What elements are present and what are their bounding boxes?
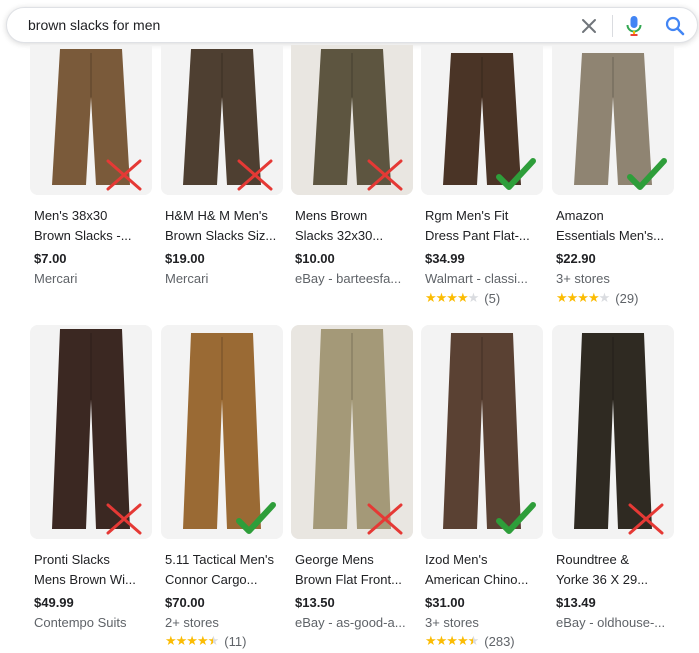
product-seller: Walmart - classi...: [425, 271, 528, 286]
review-count: (283): [484, 633, 515, 649]
product-title-line: Brown Slacks -...: [34, 228, 132, 243]
divider: [612, 15, 613, 37]
product-title[interactable]: Roundtree & Yorke 36 X 29...: [556, 550, 674, 590]
product-price: $13.49: [556, 595, 596, 610]
product-price: $13.50: [295, 595, 335, 610]
product-price: $34.99: [425, 251, 465, 266]
product-image[interactable]: [291, 325, 413, 539]
review-count: (5): [484, 290, 501, 306]
product-seller: eBay - as-good-a...: [295, 615, 406, 630]
product-price: $31.00: [425, 595, 465, 610]
product-title-line: Connor Cargo...: [165, 572, 258, 587]
product-title[interactable]: 5.11 Tactical Men's Connor Cargo...: [165, 550, 283, 590]
star-rating-icon: ★★★★★: [556, 290, 610, 305]
product-title-line: 5.11 Tactical Men's: [165, 552, 274, 567]
star-rating-icon: ★★★★★: [425, 633, 479, 648]
product-title[interactable]: Men's 38x30 Brown Slacks -...: [34, 206, 152, 246]
product-title-line: Brown Flat Front...: [295, 572, 402, 587]
product-title-line: Essentials Men's...: [556, 228, 664, 243]
product-rating: ★★★★★ (283): [425, 633, 515, 649]
cross-mark-icon: [628, 503, 664, 535]
product-title-line: Amazon: [556, 208, 604, 223]
product-title[interactable]: George Mens Brown Flat Front...: [295, 550, 413, 590]
product-seller: Contempo Suits: [34, 615, 127, 630]
cross-mark-icon: [106, 503, 142, 535]
product-seller: Mercari: [34, 271, 78, 286]
product-title-line: Yorke 36 X 29...: [556, 572, 649, 587]
product-seller: 2+ stores: [165, 615, 219, 630]
product-title-line: Dress Pant Flat-...: [425, 228, 530, 243]
product-price: $70.00: [165, 595, 205, 610]
product-image[interactable]: [161, 45, 283, 195]
product-title-line: Mens Brown: [295, 208, 368, 223]
product-rating: ★★★★★ (5): [425, 290, 500, 306]
product-price: $49.99: [34, 595, 74, 610]
cross-mark-icon: [367, 503, 403, 535]
check-mark-icon: [236, 502, 276, 534]
star-rating-icon: ★★★★★: [165, 633, 219, 648]
search-bar[interactable]: brown slacks for men: [6, 7, 698, 43]
search-icon[interactable]: [664, 15, 686, 37]
product-image[interactable]: [421, 45, 543, 195]
product-seller: eBay - barteesfa...: [295, 271, 402, 286]
product-price: $7.00: [34, 251, 67, 266]
product-title[interactable]: H&M H& M Men's Brown Slacks Siz...: [165, 206, 283, 246]
product-title[interactable]: Rgm Men's Fit Dress Pant Flat-...: [425, 206, 543, 246]
product-image[interactable]: [421, 325, 543, 539]
product-title-line: H&M H& M Men's: [165, 208, 268, 223]
product-title-line: Slacks 32x30...: [295, 228, 384, 243]
product-title-line: Izod Men's: [425, 552, 488, 567]
product-title[interactable]: Mens Brown Slacks 32x30...: [295, 206, 413, 246]
product-title-line: George Mens: [295, 552, 374, 567]
check-mark-icon: [627, 158, 667, 190]
product-seller: 3+ stores: [556, 271, 610, 286]
product-seller: eBay - oldhouse-...: [556, 615, 666, 630]
product-title[interactable]: Pronti Slacks Mens Brown Wi...: [34, 550, 152, 590]
check-mark-icon: [496, 502, 536, 534]
close-icon[interactable]: [578, 15, 600, 37]
product-title-line: Rgm Men's Fit: [425, 208, 509, 223]
product-title[interactable]: Amazon Essentials Men's...: [556, 206, 674, 246]
review-count: (11): [224, 633, 247, 649]
check-mark-icon: [496, 158, 536, 190]
product-seller: Mercari: [165, 271, 209, 286]
cross-mark-icon: [237, 159, 273, 191]
star-rating-icon: ★★★★★: [425, 290, 479, 305]
product-title-line: Men's 38x30: [34, 208, 108, 223]
product-rating: ★★★★★ (29): [556, 290, 638, 306]
product-title-line: Roundtree &: [556, 552, 629, 567]
product-image[interactable]: [30, 325, 152, 539]
mic-icon[interactable]: [624, 14, 644, 38]
product-price: $19.00: [165, 251, 205, 266]
product-title-line: Mens Brown Wi...: [34, 572, 136, 587]
product-image[interactable]: [552, 45, 674, 195]
cross-mark-icon: [367, 159, 403, 191]
product-image[interactable]: [291, 45, 413, 195]
product-price: $22.90: [556, 251, 596, 266]
product-seller: 3+ stores: [425, 615, 479, 630]
product-title-line: Brown Slacks Siz...: [165, 228, 277, 243]
product-title-line: American Chino...: [425, 572, 529, 587]
product-image[interactable]: [552, 325, 674, 539]
review-count: (29): [615, 290, 639, 306]
product-image[interactable]: [30, 45, 152, 195]
search-input[interactable]: brown slacks for men: [28, 17, 160, 33]
product-price: $10.00: [295, 251, 335, 266]
product-title[interactable]: Izod Men's American Chino...: [425, 550, 543, 590]
cross-mark-icon: [106, 159, 142, 191]
product-title-line: Pronti Slacks: [34, 552, 110, 567]
product-rating: ★★★★★ (11): [165, 633, 246, 649]
product-image[interactable]: [161, 325, 283, 539]
